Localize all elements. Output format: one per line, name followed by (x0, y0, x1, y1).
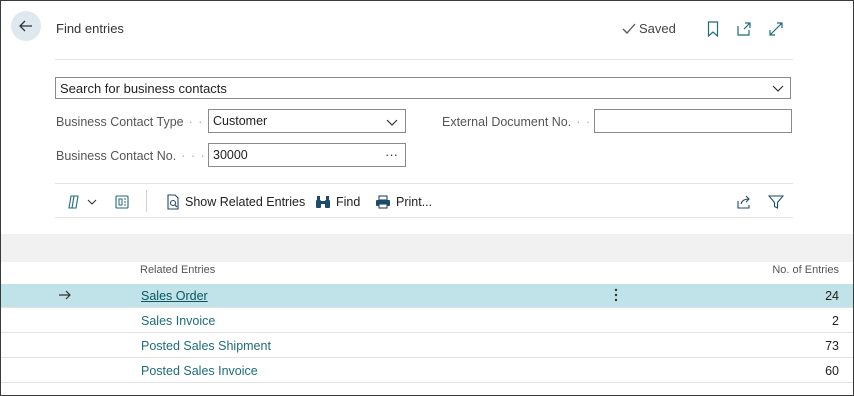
share-button[interactable] (736, 192, 752, 212)
row-name-link[interactable]: Sales Order (141, 289, 208, 303)
print-button[interactable]: Print... (375, 192, 432, 212)
current-row-arrow-icon (59, 290, 71, 300)
actions-menu-button[interactable] (66, 192, 97, 212)
external-document-no-label: External Document No. · · · (442, 115, 601, 129)
saved-label: Saved (639, 21, 676, 36)
chevron-down-icon[interactable] (772, 82, 784, 94)
external-document-no-label-text: External Document No. (442, 115, 572, 129)
list-top-band (1, 234, 853, 262)
table-row[interactable]: Posted Sales Shipment 73 (1, 334, 853, 358)
bookmark-button[interactable] (704, 20, 722, 38)
business-contact-type-label-text: Business Contact Type (56, 115, 184, 129)
share-icon (737, 195, 750, 209)
find-entries-page: Find entries Saved Search for business c… (0, 0, 854, 396)
find-button[interactable]: Find (315, 192, 360, 212)
business-contact-type-select[interactable]: Customer (208, 109, 406, 133)
expand-icon (769, 22, 783, 36)
lookup-ellipsis-icon[interactable]: ··· (385, 147, 398, 162)
printer-icon (376, 195, 390, 209)
column-header-related-entries[interactable]: Related Entries (140, 264, 215, 276)
more-options-icon[interactable] (613, 287, 619, 303)
page-title: Find entries (56, 21, 124, 36)
external-document-no-field[interactable] (594, 109, 792, 133)
business-contact-type-value: Customer (213, 114, 268, 128)
page-inspection-button[interactable] (114, 192, 130, 212)
find-label: Find (336, 195, 361, 209)
toolbar-separator (146, 190, 147, 212)
column-header-no-of-entries[interactable]: No. of Entries (772, 264, 839, 276)
business-contact-type-label: Business Contact Type · · · (56, 115, 213, 129)
open-new-window-button[interactable] (735, 20, 753, 38)
business-contact-no-label-text: Business Contact No. (56, 149, 177, 163)
fields-divider (55, 183, 793, 184)
print-label: Print... (396, 195, 433, 209)
business-contact-no-label: Business Contact No. · · · · (56, 149, 215, 163)
row-count: 24 (825, 289, 839, 303)
open-new-window-icon (737, 22, 751, 36)
expand-button[interactable] (767, 20, 785, 38)
row-count: 2 (832, 314, 839, 328)
chevron-down-icon (87, 199, 97, 205)
business-contact-no-field[interactable]: 30000 ··· (208, 143, 406, 167)
page-inspection-icon (115, 195, 129, 209)
row-name-link[interactable]: Posted Sales Shipment (141, 339, 271, 353)
actions-icon (68, 195, 79, 209)
row-count: 73 (825, 339, 839, 353)
filter-icon (768, 195, 784, 209)
binoculars-icon (316, 196, 330, 208)
table-row[interactable]: Posted Sales Invoice 60 (1, 359, 853, 383)
show-related-entries-label: Show Related Entries (185, 195, 306, 209)
row-count: 60 (825, 364, 839, 378)
search-value: Search for business contacts (60, 80, 227, 96)
table-row[interactable]: Sales Invoice 2 (1, 309, 853, 333)
back-arrow-icon (19, 20, 32, 32)
saved-status: Saved (622, 21, 676, 36)
chevron-down-icon (386, 119, 398, 126)
filter-button[interactable] (768, 192, 784, 212)
back-button[interactable] (11, 11, 41, 41)
check-icon (622, 23, 636, 34)
document-search-icon (167, 194, 179, 210)
bookmark-icon (707, 21, 719, 37)
show-related-entries-button[interactable]: Show Related Entries (166, 192, 305, 212)
toolbar-divider (55, 217, 793, 218)
row-name-link[interactable]: Sales Invoice (141, 314, 215, 328)
business-contact-search[interactable]: Search for business contacts (55, 77, 791, 99)
business-contact-no-value: 30000 (213, 148, 248, 162)
table-row[interactable]: Sales Order 24 (1, 284, 853, 308)
row-name-link[interactable]: Posted Sales Invoice (141, 364, 258, 378)
header-divider (55, 59, 793, 60)
